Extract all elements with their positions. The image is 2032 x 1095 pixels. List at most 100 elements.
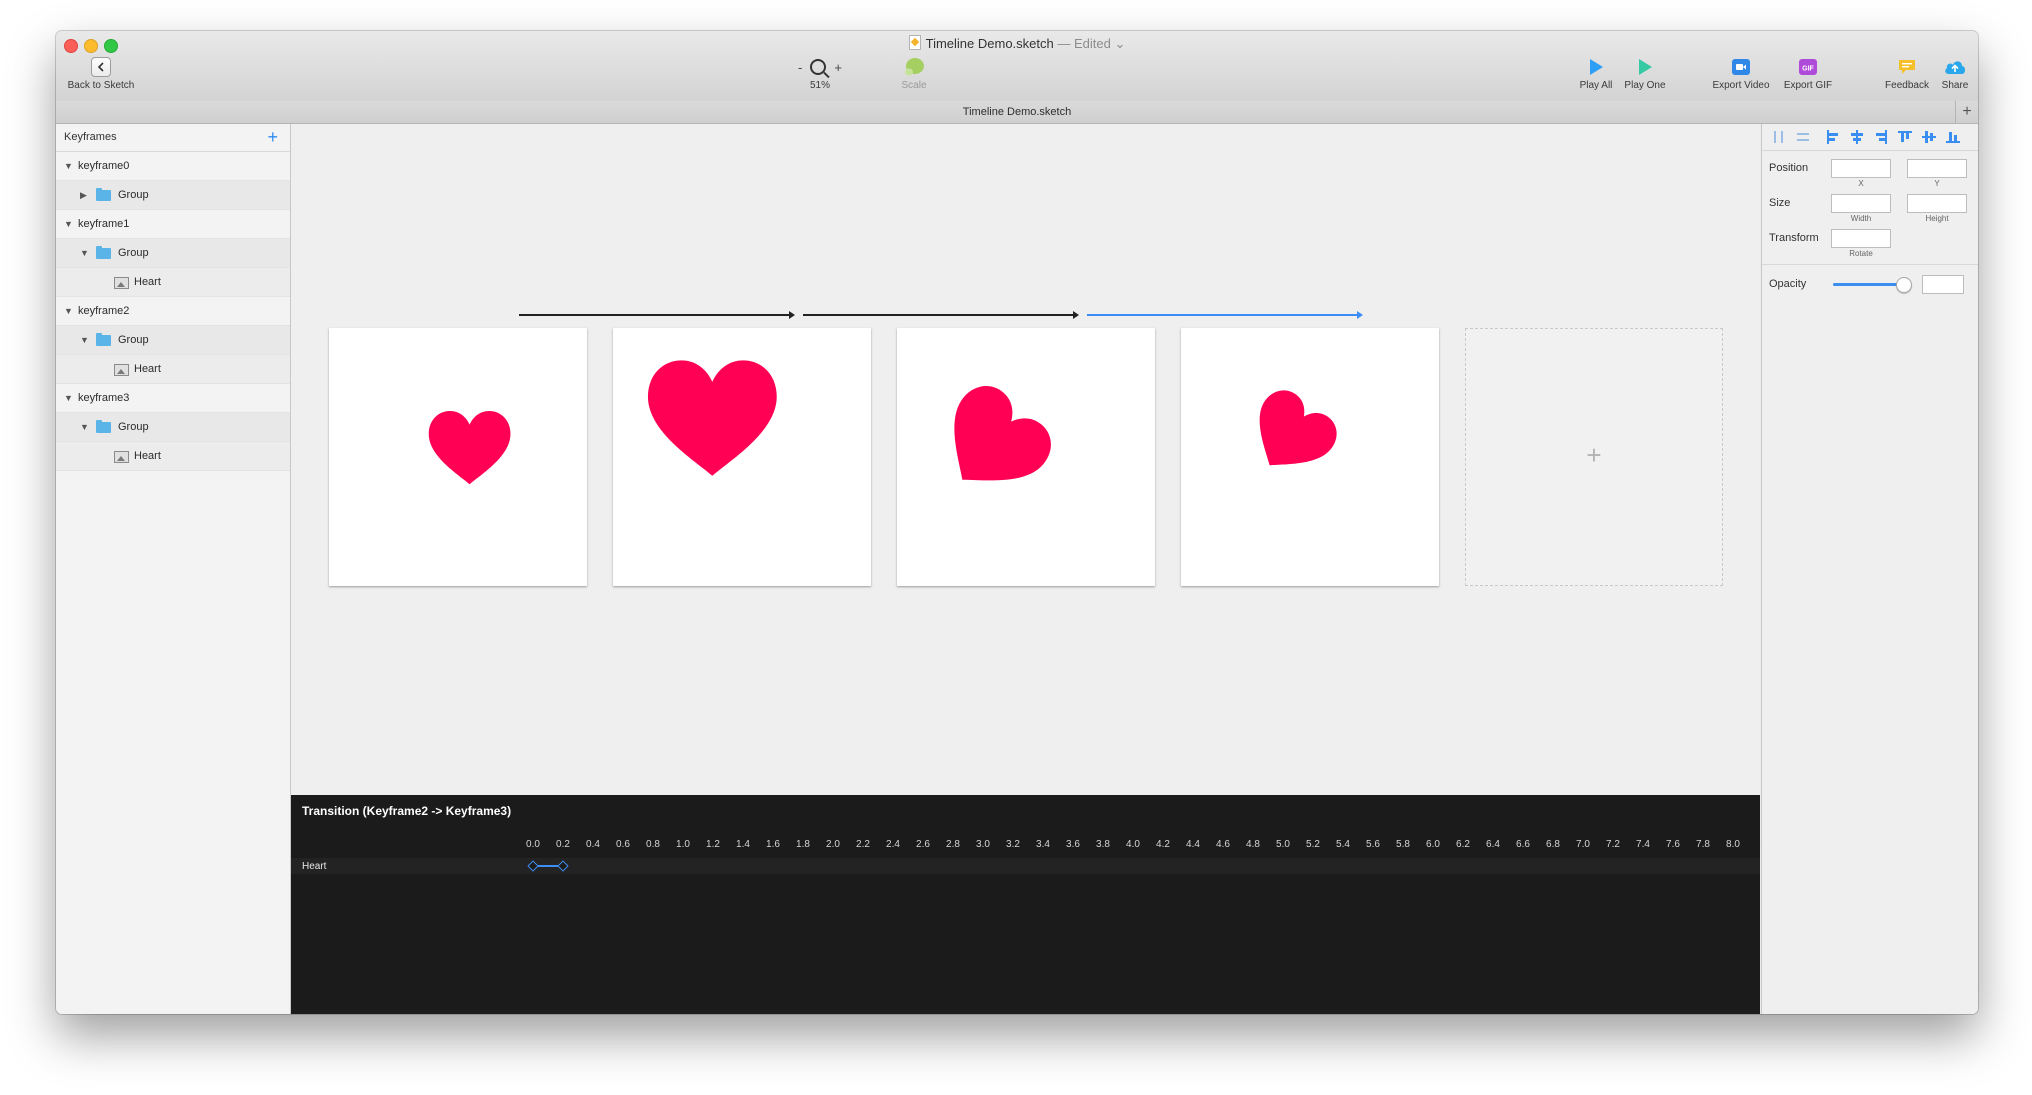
transition-arrow-2-3[interactable]: [1087, 311, 1363, 319]
time-tick: 2.8: [946, 839, 960, 850]
time-tick: 4.2: [1156, 839, 1170, 850]
folder-icon: [96, 246, 111, 259]
tree-row-group[interactable]: ▶ Group: [56, 181, 290, 210]
tree-row-heart[interactable]: Heart: [56, 268, 290, 297]
play-all-label: Play All: [1579, 80, 1613, 91]
add-keyframe-button[interactable]: +: [267, 124, 278, 151]
time-tick: 2.0: [826, 839, 840, 850]
height-field[interactable]: [1907, 194, 1967, 213]
time-tick: 6.2: [1456, 839, 1470, 850]
tree-row-label: Heart: [134, 450, 161, 462]
opacity-field[interactable]: [1922, 275, 1964, 294]
distribute-vertical-icon[interactable]: [1796, 130, 1810, 144]
play-all-button[interactable]: Play All: [1576, 56, 1616, 91]
align-right-icon[interactable]: [1874, 130, 1888, 144]
tree-row-label: keyframe3: [78, 392, 130, 404]
keyframe-start-marker[interactable]: [527, 860, 539, 872]
disclosure-open-icon[interactable]: ▼: [64, 297, 73, 325]
tree-row-heart[interactable]: Heart: [56, 442, 290, 471]
add-artboard-placeholder[interactable]: +: [1465, 328, 1723, 586]
tree-row-keyframe1[interactable]: ▼ keyframe1: [56, 210, 290, 239]
disclosure-open-icon[interactable]: ▼: [64, 210, 73, 238]
tree-row-keyframe0[interactable]: ▼ keyframe0: [56, 152, 290, 181]
size-label: Size: [1769, 197, 1791, 209]
edited-indicator[interactable]: — Edited: [1057, 36, 1110, 51]
keyframe-end-marker[interactable]: [557, 860, 569, 872]
time-tick: 1.6: [766, 839, 780, 850]
keyframe-tree: ▼ keyframe0 ▶ Group ▼ keyframe1 ▼ Group Heart ▼ ke…: [56, 152, 290, 471]
cloud-upload-icon: [1945, 61, 1965, 74]
keyframe3-artboard[interactable]: [1181, 328, 1439, 586]
keyframes-title: Keyframes: [64, 131, 117, 143]
distribute-horizontal-icon[interactable]: [1772, 130, 1786, 144]
time-tick: 3.4: [1036, 839, 1050, 850]
share-button[interactable]: Share: [1936, 56, 1974, 91]
align-bottom-icon[interactable]: [1946, 130, 1960, 144]
align-center-horizontal-icon[interactable]: [1850, 130, 1864, 144]
chevron-down-icon[interactable]: ⌄: [1111, 36, 1125, 51]
back-to-sketch-button[interactable]: Back to Sketch: [64, 56, 138, 91]
disclosure-open-icon[interactable]: ▼: [80, 326, 89, 354]
document-tab[interactable]: Timeline Demo.sketch: [56, 106, 1978, 118]
heart-shape: [647, 360, 777, 476]
zoom-out-button[interactable]: -: [798, 60, 802, 75]
export-video-button[interactable]: Export Video: [1709, 56, 1773, 91]
disclosure-open-icon[interactable]: ▼: [64, 384, 73, 412]
export-gif-button[interactable]: GIF Export GIF: [1780, 56, 1836, 91]
tree-row-group[interactable]: ▼ Group: [56, 239, 290, 268]
opacity-slider-knob[interactable]: [1896, 277, 1913, 293]
disclosure-open-icon[interactable]: ▼: [80, 413, 89, 441]
magnifier-icon[interactable]: [810, 59, 827, 75]
tree-row-label: keyframe0: [78, 160, 130, 172]
keyframes-sidebar: Keyframes + ▼ keyframe0 ▶ Group ▼ keyframe1 ▼ G…: [56, 124, 291, 1014]
app-window: Timeline Demo.sketch — Edited ⌄ Back to …: [56, 31, 1978, 1014]
time-tick: 0.4: [586, 839, 600, 850]
scale-button[interactable]: Scale: [894, 56, 934, 91]
tree-row-label: Group: [118, 334, 149, 346]
rotate-field[interactable]: [1831, 229, 1891, 248]
time-ruler[interactable]: 0.0 0.2 0.4 0.6 0.8 1.0 1.2 1.4 1.6 1.8 2.0 2.2 2.4 2…: [291, 839, 1766, 853]
tree-row-keyframe2[interactable]: ▼ keyframe2: [56, 297, 290, 326]
disclosure-open-icon[interactable]: ▼: [80, 239, 89, 267]
tree-row-heart[interactable]: Heart: [56, 355, 290, 384]
disclosure-closed-icon[interactable]: ▶: [80, 181, 87, 209]
canvas[interactable]: +: [291, 124, 1760, 795]
time-tick: 2.4: [886, 839, 900, 850]
tree-row-label: Group: [118, 247, 149, 259]
play-one-button[interactable]: Play One: [1621, 56, 1669, 91]
transition-arrow-0-1[interactable]: [519, 311, 795, 319]
scale-icon: [905, 58, 924, 76]
back-to-sketch-label: Back to Sketch: [67, 80, 135, 91]
time-tick: 0.2: [556, 839, 570, 850]
time-tick: 6.8: [1546, 839, 1560, 850]
position-x-field[interactable]: [1831, 159, 1891, 178]
tree-row-group[interactable]: ▼ Group: [56, 413, 290, 442]
feedback-button[interactable]: Feedback: [1882, 56, 1932, 91]
align-middle-vertical-icon[interactable]: [1922, 130, 1936, 144]
time-tick: 5.4: [1336, 839, 1350, 850]
time-tick: 5.0: [1276, 839, 1290, 850]
play-icon: [1590, 59, 1603, 75]
position-y-field[interactable]: [1907, 159, 1967, 178]
window-title-text: Timeline Demo.sketch: [925, 36, 1054, 51]
align-left-icon[interactable]: [1826, 130, 1840, 144]
width-field[interactable]: [1831, 194, 1891, 213]
tree-row-keyframe3[interactable]: ▼ keyframe3: [56, 384, 290, 413]
time-tick: 6.4: [1486, 839, 1500, 850]
align-top-icon[interactable]: [1898, 130, 1912, 144]
time-tick: 7.4: [1636, 839, 1650, 850]
tree-row-group[interactable]: ▼ Group: [56, 326, 290, 355]
track-heart[interactable]: Heart: [291, 858, 1760, 874]
time-tick: 7.0: [1576, 839, 1590, 850]
time-tick: 1.0: [676, 839, 690, 850]
inspector-panel: Position X Y Size Width Height Transform…: [1761, 124, 1978, 1014]
keyframe0-artboard[interactable]: [329, 328, 587, 586]
transition-arrow-1-2[interactable]: [803, 311, 1079, 319]
keyframe1-artboard[interactable]: [613, 328, 871, 586]
keyframe2-artboard[interactable]: [897, 328, 1155, 586]
zoom-in-button[interactable]: +: [834, 60, 842, 75]
new-tab-button[interactable]: +: [1955, 101, 1978, 123]
inspector-divider: [1762, 264, 1978, 265]
disclosure-open-icon[interactable]: ▼: [64, 152, 73, 180]
time-tick: 0.6: [616, 839, 630, 850]
